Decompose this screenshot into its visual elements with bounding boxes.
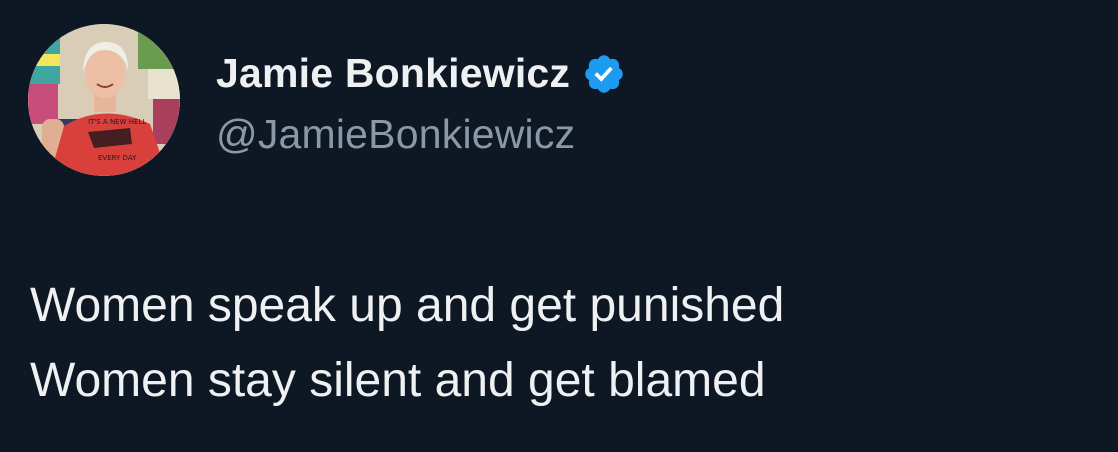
tweet-text-line-1: Women speak up and get punished: [30, 279, 785, 332]
tweet-text-line-2: Women stay silent and get blamed: [30, 354, 766, 407]
tweet-header: IT'S A NEW HELL EVERY DAY Jamie Bonkiewi…: [28, 24, 626, 176]
avatar[interactable]: IT'S A NEW HELL EVERY DAY: [28, 24, 180, 176]
author-info: Jamie Bonkiewicz @JamieBonkiewicz: [216, 24, 626, 176]
display-name[interactable]: Jamie Bonkiewicz: [216, 50, 570, 97]
tweet-text: Women speak up and get punished Women st…: [30, 268, 784, 418]
avatar-image: IT'S A NEW HELL EVERY DAY: [28, 24, 180, 176]
tweet-card: IT'S A NEW HELL EVERY DAY Jamie Bonkiewi…: [0, 0, 1118, 452]
display-name-row: Jamie Bonkiewicz: [216, 43, 626, 105]
verified-badge-icon[interactable]: [582, 52, 626, 96]
avatar-shirt-text-top: IT'S A NEW HELL: [88, 118, 146, 126]
avatar-shirt-text-bottom: EVERY DAY: [98, 154, 137, 162]
author-handle[interactable]: @JamieBonkiewicz: [216, 111, 626, 158]
